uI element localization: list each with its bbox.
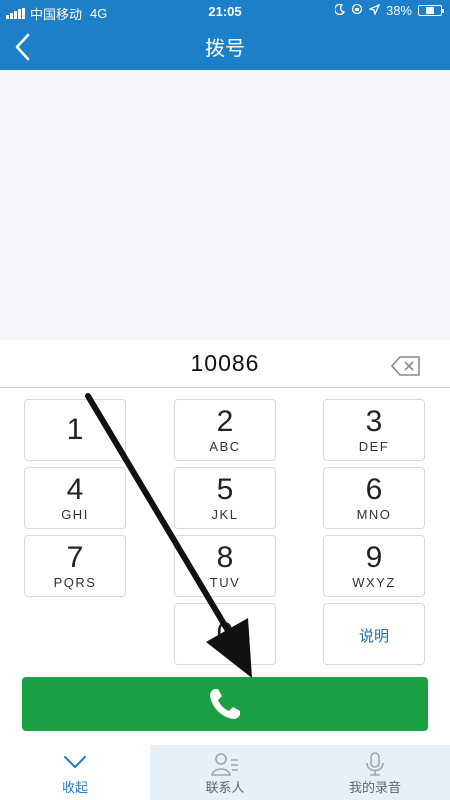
backspace-icon <box>390 356 420 376</box>
microphone-icon <box>366 752 384 776</box>
call-button[interactable] <box>22 677 428 731</box>
key-1[interactable]: 1 <box>24 399 126 461</box>
key-2[interactable]: 2 ABC <box>174 399 276 461</box>
key-letters: GHI <box>61 507 89 522</box>
key-letters: JKL <box>211 507 239 522</box>
key-digit: 0 <box>216 617 234 650</box>
lock-rotation-icon <box>351 3 363 18</box>
key-8[interactable]: 8 TUV <box>174 535 276 597</box>
key-3[interactable]: 3 DEF <box>323 399 425 461</box>
key-6[interactable]: 6 MNO <box>323 467 425 529</box>
chevron-down-icon <box>64 756 86 768</box>
key-letters: MNO <box>356 507 392 522</box>
key-5[interactable]: 5 JKL <box>174 467 276 529</box>
bottom-tab-bar: 收起 联系人 我的录音 <box>0 745 450 800</box>
instructions-button[interactable]: 说明 <box>323 603 425 665</box>
key-digit: 2 <box>216 405 234 438</box>
key-letters: ABC <box>209 439 241 454</box>
app-header: 中国移动 4G 21:05 38% 拨号 <box>0 0 450 70</box>
call-history-area <box>0 70 450 340</box>
tab-collapse[interactable]: 收起 <box>0 745 150 800</box>
status-bar: 中国移动 4G 21:05 38% <box>0 0 450 22</box>
tab-contacts[interactable]: 联系人 <box>150 745 300 800</box>
key-digit: 3 <box>365 405 383 438</box>
key-letters: TUV <box>209 575 241 590</box>
key-letters: DEF <box>358 439 390 454</box>
dialed-number: 10086 <box>190 350 260 376</box>
location-icon <box>367 3 381 18</box>
key-0[interactable]: 0 <box>174 603 276 665</box>
key-4[interactable]: 4 GHI <box>24 467 126 529</box>
key-digit: 1 <box>66 413 84 446</box>
number-display: 10086 <box>0 340 450 388</box>
tab-label: 联系人 <box>205 780 245 795</box>
key-7[interactable]: 7 PQRS <box>24 535 126 597</box>
key-digit: 4 <box>66 473 84 506</box>
key-digit: 5 <box>216 473 234 506</box>
contacts-icon <box>211 753 238 776</box>
page-title: 拨号 <box>205 38 245 60</box>
tab-label: 收起 <box>61 780 88 795</box>
key-digit: 9 <box>365 541 383 574</box>
key-9[interactable]: 9 WXYZ <box>323 535 425 597</box>
key-letters: PQRS <box>53 575 97 590</box>
tab-label: 我的录音 <box>348 780 401 795</box>
backspace-button[interactable] <box>390 355 422 377</box>
phone-icon <box>210 689 240 719</box>
instructions-label: 说明 <box>358 628 389 645</box>
key-letters: WXYZ <box>352 575 396 590</box>
moon-icon <box>334 3 346 18</box>
key-digit: 8 <box>216 541 234 574</box>
key-digit: 7 <box>66 541 84 574</box>
tab-my-recordings[interactable]: 我的录音 <box>300 745 450 800</box>
battery-percent: 38% <box>385 3 412 18</box>
key-digit: 6 <box>365 473 383 506</box>
battery-icon <box>418 5 444 16</box>
